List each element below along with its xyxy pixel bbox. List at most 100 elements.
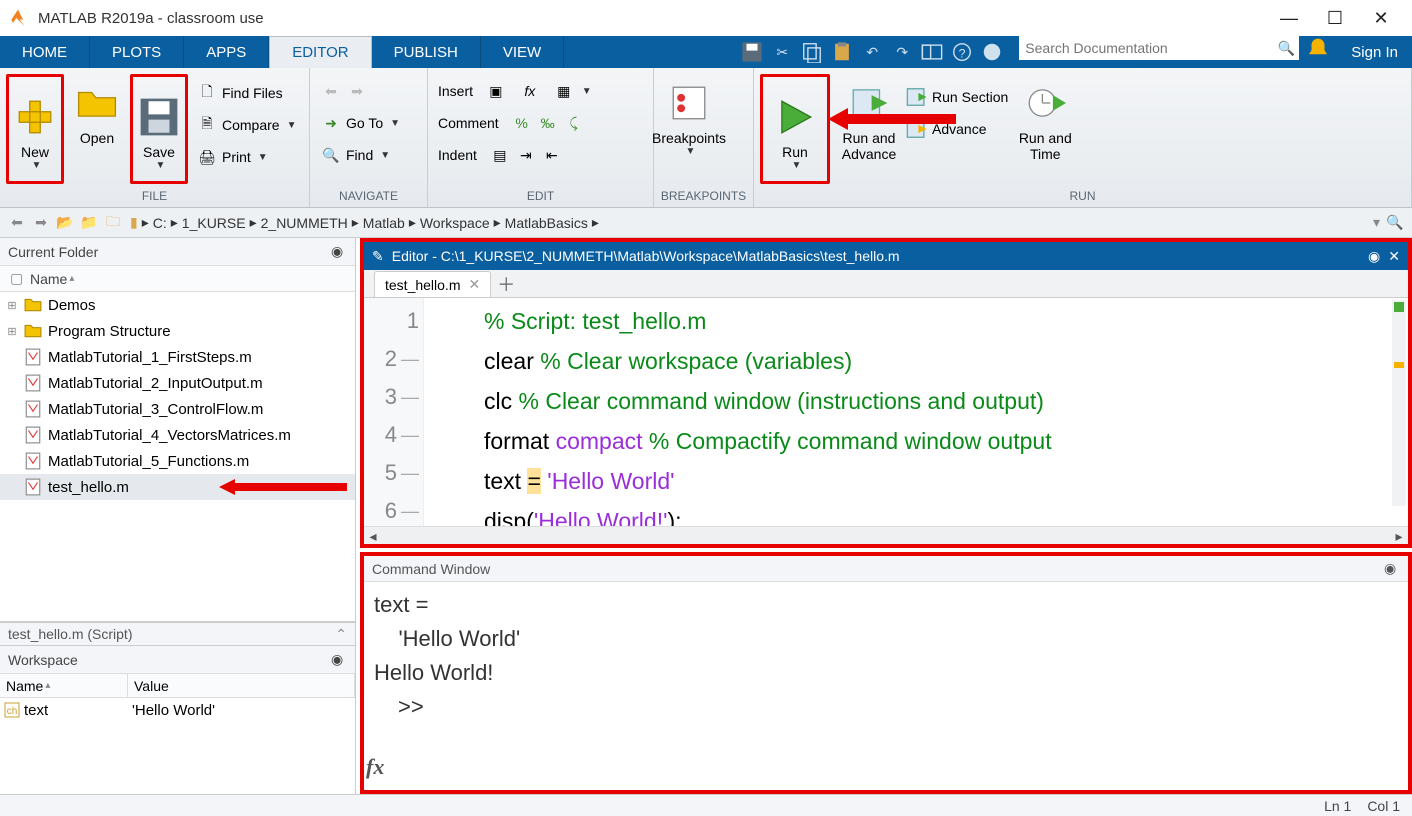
mfile-icon: [24, 348, 42, 366]
editor-hscroll[interactable]: ◂▸: [364, 526, 1408, 544]
help-icon[interactable]: ?: [951, 41, 973, 63]
minimize-button[interactable]: —: [1266, 0, 1312, 36]
maximize-button[interactable]: ☐: [1312, 0, 1358, 36]
folder-button[interactable]: 🗀: [102, 212, 124, 234]
gear-icon[interactable]: ◉: [331, 243, 349, 261]
tab-apps[interactable]: APPS: [184, 36, 269, 68]
close-button[interactable]: ✕: [1358, 0, 1404, 36]
ribbon: New ▼ Open Save ▼ 🗋Find Files 🗎Compare▼ …: [0, 68, 1412, 208]
find-files-button[interactable]: 🗋Find Files: [192, 78, 301, 108]
goto-icon: ➜: [320, 112, 342, 134]
new-label: New: [21, 144, 49, 160]
ws-col-name[interactable]: Name▴: [0, 674, 128, 698]
goto-button[interactable]: ➜Go To▼: [316, 108, 404, 138]
search-input[interactable]: [1019, 40, 1273, 56]
arrow-right-icon: ➡: [346, 80, 368, 102]
sign-in-link[interactable]: Sign In: [1337, 36, 1412, 68]
save-label: Save: [143, 144, 175, 160]
gear-icon[interactable]: ◉: [331, 651, 349, 669]
code-content[interactable]: % Script: test_hello.m clear % Clear wor…: [424, 298, 1408, 526]
new-button[interactable]: New ▼: [6, 74, 64, 184]
save-icon[interactable]: [741, 41, 763, 63]
save-button[interactable]: Save ▼: [130, 74, 188, 184]
open-button[interactable]: Open: [68, 74, 126, 146]
folder-item[interactable]: MatlabTutorial_4_VectorsMatrices.m: [0, 422, 355, 448]
chevron-down-icon: ▼: [32, 160, 42, 171]
compare-button[interactable]: 🗎Compare▼: [192, 110, 301, 140]
code-editor[interactable]: 123456 % Script: test_hello.m clear % Cl…: [364, 298, 1408, 526]
folder-tree: ⊞Demos⊞Program StructureMatlabTutorial_1…: [0, 292, 355, 622]
search-folder-icon[interactable]: 🔍: [1384, 212, 1406, 234]
notification-bell-icon[interactable]: [1305, 36, 1331, 62]
mfile-icon: [24, 374, 42, 392]
drive-icon: ▮: [128, 214, 140, 231]
redo-icon[interactable]: ↷: [891, 41, 913, 63]
layout-icon[interactable]: [921, 41, 943, 63]
paste-icon[interactable]: [831, 41, 853, 63]
comment-row[interactable]: Comment %‰⤹: [434, 108, 589, 138]
editor-titlebar: ✎ Editor - C:\1_KURSE\2_NUMMETH\Matlab\W…: [364, 242, 1408, 270]
tab-editor[interactable]: EDITOR: [269, 36, 371, 68]
svg-text:?: ?: [959, 47, 966, 61]
editor-panel: ✎ Editor - C:\1_KURSE\2_NUMMETH\Matlab\W…: [360, 238, 1412, 548]
forward-button[interactable]: ➡: [30, 212, 52, 234]
command-prompt[interactable]: >>: [374, 690, 1408, 724]
matlab-logo-icon: [8, 8, 28, 28]
folder-item[interactable]: MatlabTutorial_1_FirstSteps.m: [0, 344, 355, 370]
nav-arrows[interactable]: ⬅➡: [316, 76, 372, 106]
up-folder-button[interactable]: 📂: [54, 212, 76, 234]
folder-item[interactable]: ⊞Program Structure: [0, 318, 355, 344]
editor-tab[interactable]: test_hello.m ✕: [374, 271, 491, 297]
folder-item[interactable]: MatlabTutorial_3_ControlFlow.m: [0, 396, 355, 422]
insert-row[interactable]: Insert ▣ fx ▦▼: [434, 76, 596, 106]
indent-row[interactable]: Indent ▤⇥⇤: [434, 140, 567, 170]
copy-icon[interactable]: [801, 41, 823, 63]
find-button[interactable]: 🔍Find▼: [316, 140, 394, 170]
run-and-time-button[interactable]: Run and Time: [1016, 74, 1074, 162]
find-files-icon: 🗋: [196, 82, 218, 104]
close-tab-icon[interactable]: ✕: [468, 276, 480, 293]
search-icon[interactable]: 🔍: [1273, 40, 1299, 57]
breakpoints-icon: [668, 82, 710, 124]
editor-path: Editor - C:\1_KURSE\2_NUMMETH\Matlab\Wor…: [392, 248, 900, 264]
ws-var-value: 'Hello World': [128, 698, 355, 722]
status-col: Col 1: [1367, 798, 1400, 814]
dock-icon[interactable]: ◉: [1368, 248, 1380, 265]
annotation-arrow-run-icon: [828, 104, 958, 134]
gear-icon[interactable]: ◉: [1384, 560, 1402, 578]
undo-icon[interactable]: ↶: [861, 41, 883, 63]
mfile-icon: [24, 452, 42, 470]
cut-icon[interactable]: ✂: [771, 41, 793, 63]
tab-home[interactable]: HOME: [0, 36, 90, 68]
run-button[interactable]: Run▼: [760, 74, 830, 184]
tab-publish[interactable]: PUBLISH: [372, 36, 481, 68]
folder-item[interactable]: test_hello.m: [0, 474, 355, 500]
close-editor-icon[interactable]: ✕: [1388, 248, 1400, 265]
command-window[interactable]: text = 'Hello World' Hello World! fx >>: [364, 582, 1408, 790]
print-button[interactable]: 🖨Print▼: [192, 142, 301, 172]
folder-item[interactable]: MatlabTutorial_2_InputOutput.m: [0, 370, 355, 396]
folder-item[interactable]: MatlabTutorial_5_Functions.m: [0, 448, 355, 474]
tab-view[interactable]: VIEW: [481, 36, 564, 68]
group-label-run: RUN: [754, 189, 1411, 207]
folder-open-icon: [76, 82, 118, 124]
titlebar: MATLAB R2019a - classroom use — ☐ ✕: [0, 0, 1412, 36]
search-docs[interactable]: 🔍: [1019, 36, 1299, 60]
ws-var-row[interactable]: chtext: [0, 698, 128, 722]
fx-prompt-icon[interactable]: fx: [366, 750, 384, 784]
tab-plots[interactable]: PLOTS: [90, 36, 184, 68]
new-tab-button[interactable]: ＋: [491, 271, 521, 297]
svg-text:ch: ch: [7, 706, 18, 717]
folder-column-header[interactable]: ▢ Name▴: [0, 266, 355, 292]
back-button[interactable]: ⬅: [6, 212, 28, 234]
ws-col-value[interactable]: Value: [128, 674, 355, 698]
group-label-navigate: NAVIGATE: [310, 189, 427, 207]
var-icon: ch: [4, 702, 20, 718]
community-icon[interactable]: [981, 41, 1003, 63]
browse-button[interactable]: 📁: [78, 212, 100, 234]
breadcrumb[interactable]: ▮ ▸C: ▸1_KURSE ▸2_NUMMETH ▸Matlab ▸Works…: [128, 214, 1369, 231]
folder-item[interactable]: ⊞Demos: [0, 292, 355, 318]
editor-tabs: test_hello.m ✕ ＋: [364, 270, 1408, 298]
breakpoints-button[interactable]: Breakpoints▼: [660, 74, 718, 157]
toolstrip-tabs: HOME PLOTS APPS EDITOR PUBLISH VIEW ✂ ↶ …: [0, 36, 1412, 68]
